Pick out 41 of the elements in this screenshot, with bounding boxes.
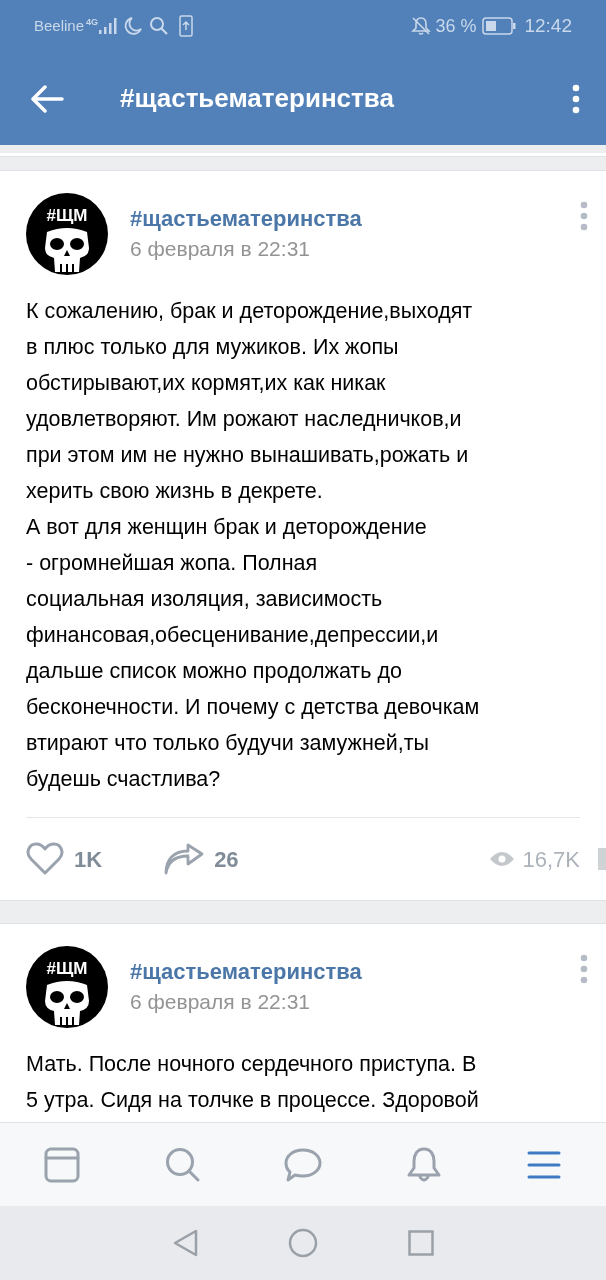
upload-icon (179, 15, 194, 37)
menu-icon[interactable] (527, 1149, 561, 1180)
network-type: 4G (86, 16, 99, 29)
battery-percent: 36 % (435, 14, 477, 38)
battery-icon (482, 17, 517, 35)
like-count: 1K (74, 845, 103, 874)
author-link[interactable]: #щастьематеринства (130, 204, 580, 234)
clock: 12:42 (524, 13, 572, 38)
post-date: 6 февраля в 22:31 (130, 989, 311, 1015)
moon-icon (123, 16, 144, 36)
share-icon[interactable] (164, 843, 205, 875)
post-text: Мать. После ночного сердечного приступа. В 5 утра. Сидя на толчке в процессе. Здоровой (25, 1051, 480, 1114)
search-icon[interactable] (164, 1146, 201, 1183)
eye-icon (488, 851, 515, 867)
group-avatar[interactable]: #ЩМ (26, 193, 108, 275)
more-icon[interactable] (580, 201, 588, 231)
carrier-name: Beeline (34, 15, 85, 36)
page-title: #щастьематеринства (120, 82, 395, 115)
bell-off-icon (411, 16, 432, 36)
avatar-label: #ЩМ (46, 960, 88, 977)
heart-icon[interactable] (26, 842, 64, 876)
avatar-label: #ЩМ (46, 207, 88, 224)
news-icon[interactable] (44, 1146, 80, 1183)
more-icon[interactable] (580, 954, 588, 984)
group-avatar[interactable]: #ЩМ (26, 946, 108, 1028)
signal-icon (99, 18, 118, 34)
view-count: 16,7K (522, 845, 580, 874)
post-text: К сожалению, брак и деторождение,выходят в плюс только для мужиков. Их жопы обстирывают,их кормят,их как никак удовлетворяют. Им рожают наследничков,и при этом им не нужно вынашивать,рожать и херить свою жизнь в декрете. А вот для женщин брак и деторождение - огромнейшая жопа. Полная социальная изоляция, зависимость финансовая,обесценивание,депрессии,и дальше список можно продолжать до бесконечности. И почему с детства девочкам втирают что только будучи замужней,ты будешь счастлива? (25, 298, 481, 793)
speech-bubble-icon[interactable] (284, 1146, 322, 1183)
home-icon[interactable] (288, 1228, 318, 1258)
bell-icon[interactable] (405, 1145, 442, 1184)
recents-icon[interactable] (408, 1230, 434, 1256)
share-count: 26 (214, 845, 239, 874)
scrollbar (598, 848, 606, 870)
search-icon (149, 16, 170, 36)
author-link[interactable]: #щастьематеринства (130, 957, 580, 987)
back-icon[interactable] (172, 1229, 198, 1257)
post-date: 6 февраля в 22:31 (130, 236, 311, 262)
skull-icon (42, 228, 92, 272)
skull-icon (42, 981, 92, 1025)
more-icon[interactable] (572, 83, 580, 114)
